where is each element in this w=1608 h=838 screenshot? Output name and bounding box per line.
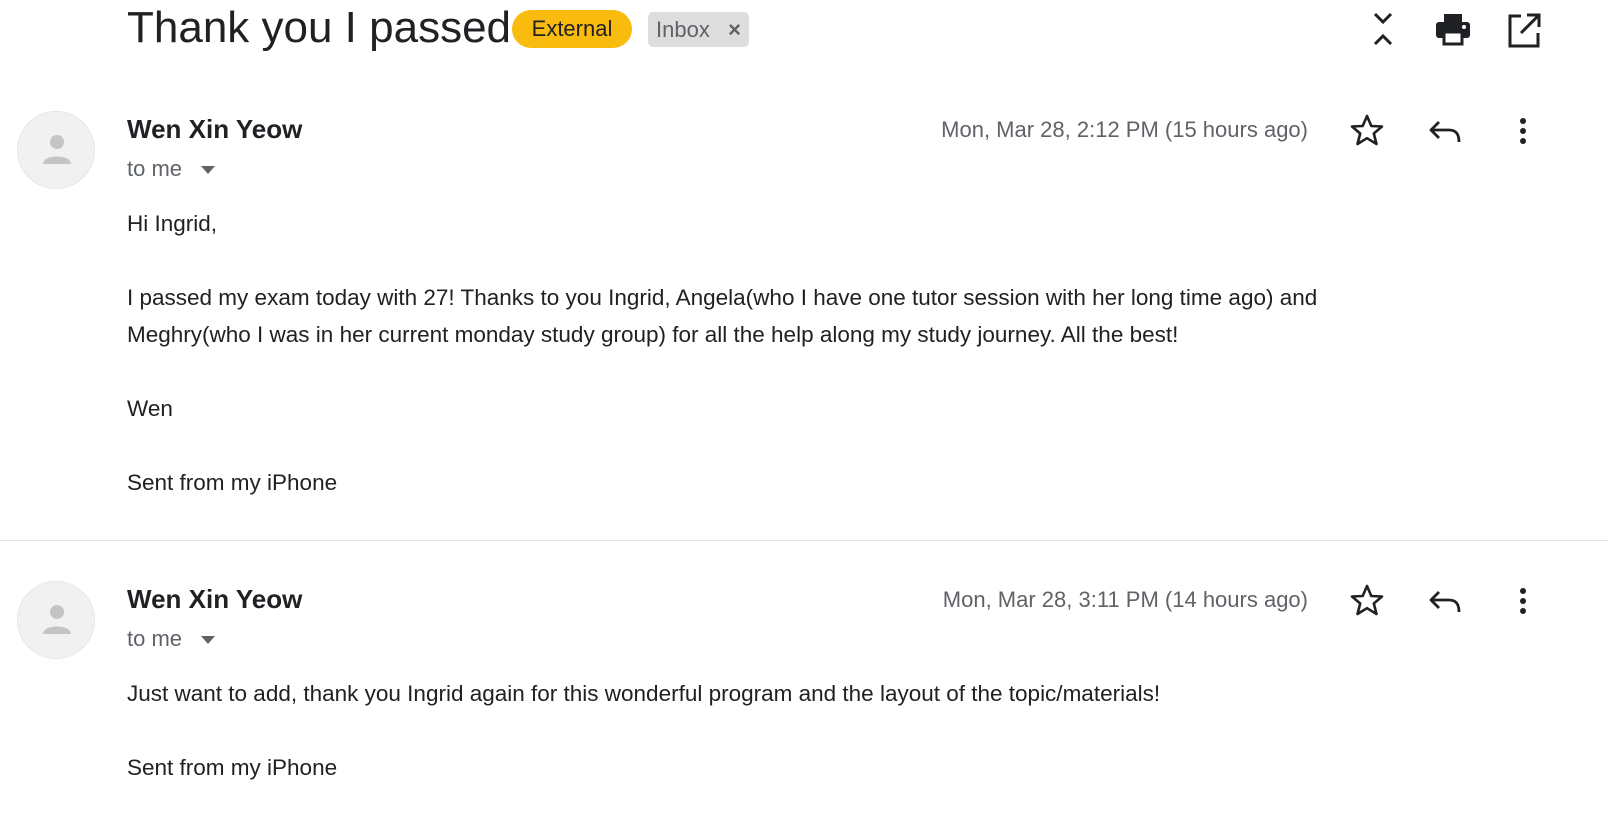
message-body-line: Just want to add, thank you Ingrid again… (127, 681, 1161, 706)
message-signoff: Wen (127, 396, 173, 421)
message-body-line: I passed my exam today with 27! Thanks t… (127, 285, 1318, 310)
message-timestamp: Mon, Mar 28, 2:12 PM (15 hours ago) (941, 117, 1308, 142)
collapse-all-icon[interactable] (1363, 10, 1403, 50)
remove-label-icon[interactable]: × (728, 12, 741, 47)
inbox-label-text: Inbox (656, 17, 710, 42)
message-signature: Sent from my iPhone (127, 755, 338, 780)
recipient-details-dropdown-icon[interactable] (201, 636, 215, 644)
reply-icon[interactable] (1425, 111, 1465, 151)
message-timestamp: Mon, Mar 28, 3:11 PM (14 hours ago) (942, 587, 1308, 612)
message-divider (0, 540, 1608, 541)
inbox-label: Inbox × (648, 12, 749, 47)
message-greeting: Hi Ingrid, (127, 211, 218, 236)
external-label: External (512, 10, 632, 48)
reply-icon[interactable] (1425, 581, 1465, 621)
sender-name[interactable]: Wen Xin Yeow (127, 114, 302, 145)
message-body-line: Meghry(who I was in her current monday s… (127, 322, 1179, 347)
recipient-text: to me (127, 156, 183, 181)
print-icon[interactable] (1433, 10, 1473, 50)
star-icon[interactable] (1347, 581, 1387, 621)
message-signature: Sent from my iPhone (127, 470, 338, 495)
recipient-details-dropdown-icon[interactable] (201, 166, 215, 174)
star-icon[interactable] (1347, 111, 1387, 151)
sender-avatar[interactable] (17, 111, 95, 189)
email-subject: Thank you I passed (127, 3, 512, 52)
sender-avatar[interactable] (17, 581, 95, 659)
default-avatar-icon (43, 605, 71, 634)
recipient-text: to me (127, 626, 183, 651)
sender-name[interactable]: Wen Xin Yeow (127, 584, 302, 615)
default-avatar-icon (43, 135, 71, 164)
more-options-icon[interactable] (1503, 581, 1543, 621)
open-in-new-window-icon[interactable] (1504, 10, 1544, 50)
more-options-icon[interactable] (1503, 111, 1543, 151)
